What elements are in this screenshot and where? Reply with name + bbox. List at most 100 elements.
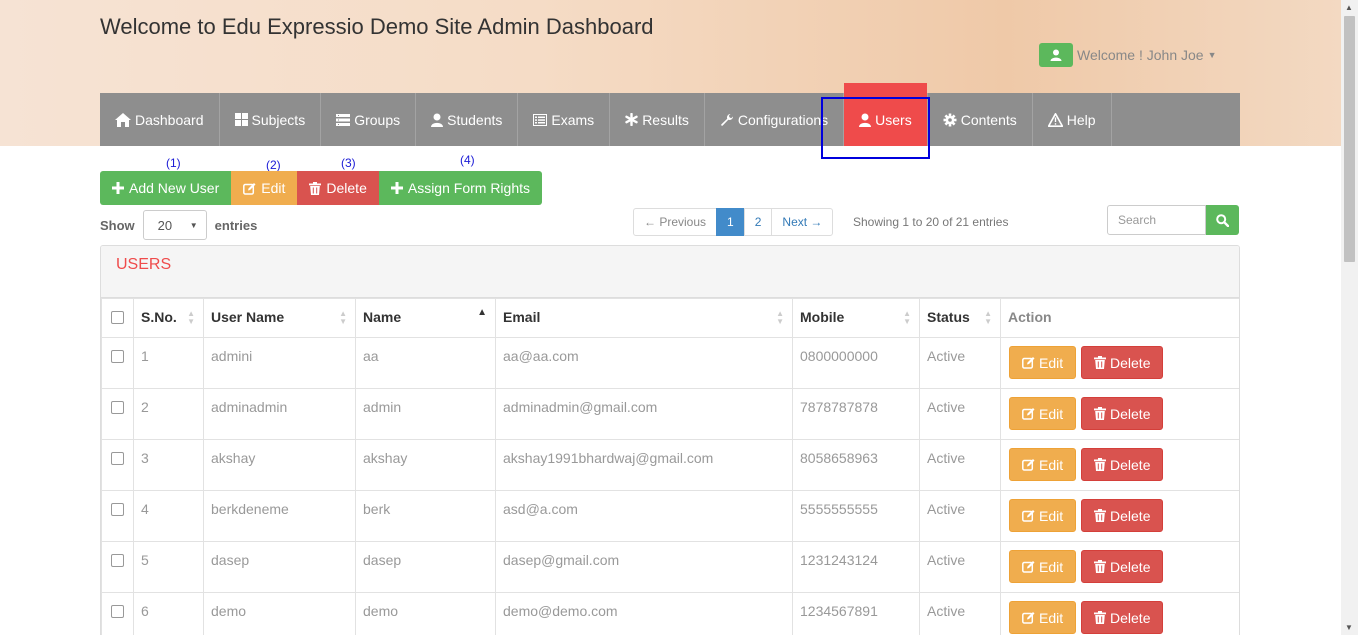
asterisk-icon xyxy=(625,113,638,126)
row-edit-button[interactable]: Edit xyxy=(1009,346,1077,379)
cell-action: Edit Delete xyxy=(1000,439,1239,491)
users-panel: USERS S.No. ▲ ▼ User Name ▲ ▼ Name ▲ Email ▲ ▼ … xyxy=(100,245,1240,635)
cell-username: berkdeneme xyxy=(203,490,356,542)
button-label: Delete xyxy=(1110,405,1151,422)
search-icon xyxy=(1216,213,1229,227)
nav-groups[interactable]: Groups xyxy=(321,93,417,146)
plus-icon xyxy=(112,182,124,194)
sort-icon: ▲ ▼ xyxy=(903,309,911,326)
users-highlight-box xyxy=(821,97,930,159)
trash-icon xyxy=(1094,356,1107,369)
page-scrollbar[interactable]: ▲ ▼ xyxy=(1341,0,1358,635)
user-menu[interactable]: Welcome ! John Joe ▼ xyxy=(1039,43,1217,67)
button-label: Edit xyxy=(1039,405,1064,422)
nav-results[interactable]: Results xyxy=(610,93,705,146)
row-edit-button[interactable]: Edit xyxy=(1009,499,1077,532)
nav-help[interactable]: Help xyxy=(1033,93,1112,146)
cell-email: dasep@gmail.com xyxy=(495,541,793,593)
row-delete-button[interactable]: Delete xyxy=(1081,601,1164,634)
button-label: Edit xyxy=(1039,456,1064,473)
user-icon xyxy=(431,113,444,127)
row-edit-button[interactable]: Edit xyxy=(1009,550,1077,583)
row-edit-button[interactable]: Edit xyxy=(1009,397,1077,430)
caret-down-icon: ▼ xyxy=(1207,50,1217,60)
table-row: 1 admini aa aa@aa.com 0800000000 Active Edit D… xyxy=(101,337,1239,389)
cell-username: admini xyxy=(203,337,356,389)
trash-icon xyxy=(1094,611,1107,624)
nav-exams[interactable]: Exams xyxy=(518,93,611,146)
trash-icon xyxy=(1094,407,1107,420)
row-select-cell xyxy=(101,541,134,593)
nav-label: Students xyxy=(447,111,503,128)
cell-username: akshay xyxy=(203,439,356,491)
cell-status: Active xyxy=(919,490,1001,542)
row-checkbox[interactable] xyxy=(111,350,124,363)
edit-button[interactable]: Edit xyxy=(231,171,298,205)
delete-button[interactable]: Delete xyxy=(297,171,379,205)
previous-page-button[interactable]: ← Previous xyxy=(633,208,718,236)
entries-select-value: 20 xyxy=(157,217,173,233)
row-delete-button[interactable]: Delete xyxy=(1081,499,1164,532)
row-select-cell xyxy=(101,490,134,542)
nav-contents[interactable]: Contents xyxy=(928,93,1033,146)
sort-icon: ▲ ▼ xyxy=(339,309,347,326)
page-2-button[interactable]: 2 xyxy=(743,208,773,236)
plus-icon xyxy=(390,182,403,194)
cell-sno: 5 xyxy=(133,541,204,593)
nav-subjects[interactable]: Subjects xyxy=(220,93,322,146)
trash-icon xyxy=(1094,560,1107,573)
row-edit-button[interactable]: Edit xyxy=(1009,601,1077,634)
table-row: 6 demo demo demo@demo.com 1234567891 Active Ed… xyxy=(101,592,1239,635)
cell-mobile: 1234567891 xyxy=(792,592,920,635)
column-header-sno[interactable]: S.No. ▲ ▼ xyxy=(133,298,204,338)
cell-sno: 2 xyxy=(133,388,204,440)
row-select-cell xyxy=(101,439,134,491)
assign-form-rights-button[interactable]: Assign Form Rights xyxy=(378,171,543,205)
nav-dashboard[interactable]: Dashboard xyxy=(100,93,220,146)
nav-label: Help xyxy=(1066,111,1096,128)
gear-icon xyxy=(943,113,957,127)
row-edit-button[interactable]: Edit xyxy=(1009,448,1077,481)
next-page-button[interactable]: Next → xyxy=(771,208,834,236)
row-checkbox[interactable] xyxy=(111,605,124,618)
column-header-username[interactable]: User Name ▲ ▼ xyxy=(203,298,356,338)
button-label: Edit xyxy=(1039,609,1064,626)
scroll-down-arrow-icon[interactable]: ▼ xyxy=(1345,623,1353,632)
cell-mobile: 7878787878 xyxy=(792,388,920,440)
scrollbar-thumb[interactable] xyxy=(1344,16,1355,262)
edit-icon xyxy=(1022,611,1035,624)
column-header-mobile[interactable]: Mobile ▲ ▼ xyxy=(792,298,920,338)
column-header-email[interactable]: Email ▲ ▼ xyxy=(495,298,793,338)
cell-status: Active xyxy=(919,439,1001,491)
column-label: Email xyxy=(503,309,541,325)
column-label: User Name xyxy=(211,309,285,325)
search-button[interactable] xyxy=(1206,205,1239,235)
edit-icon xyxy=(1022,509,1035,522)
row-checkbox[interactable] xyxy=(111,401,124,414)
scroll-up-arrow-icon[interactable]: ▲ xyxy=(1345,3,1353,12)
row-checkbox[interactable] xyxy=(111,503,124,516)
nav-students[interactable]: Students xyxy=(416,93,519,146)
nav-label: Subjects xyxy=(251,111,306,128)
select-all-checkbox[interactable] xyxy=(111,311,124,324)
row-delete-button[interactable]: Delete xyxy=(1081,346,1164,379)
search-input[interactable] xyxy=(1107,205,1206,235)
page-1-button[interactable]: 1 xyxy=(716,208,745,236)
row-checkbox[interactable] xyxy=(111,554,124,567)
cell-action: Edit Delete xyxy=(1000,490,1239,542)
row-delete-button[interactable]: Delete xyxy=(1081,448,1164,481)
cell-status: Active xyxy=(919,388,1001,440)
button-label: Edit xyxy=(1039,507,1064,524)
row-delete-button[interactable]: Delete xyxy=(1081,550,1164,583)
row-checkbox[interactable] xyxy=(111,452,124,465)
column-header-name[interactable]: Name ▲ xyxy=(355,298,496,338)
row-delete-button[interactable]: Delete xyxy=(1081,397,1164,430)
column-header-status[interactable]: Status ▲ ▼ xyxy=(919,298,1001,338)
edit-icon xyxy=(1022,356,1035,369)
cell-status: Active xyxy=(919,337,1001,389)
add-new-user-button[interactable]: Add New User xyxy=(100,171,232,205)
search-group xyxy=(1107,205,1239,235)
entries-select[interactable]: 20 ▼ xyxy=(142,210,207,240)
row-select-cell xyxy=(101,388,134,440)
entries-length-control: Show 20 ▼ entries xyxy=(100,210,257,240)
